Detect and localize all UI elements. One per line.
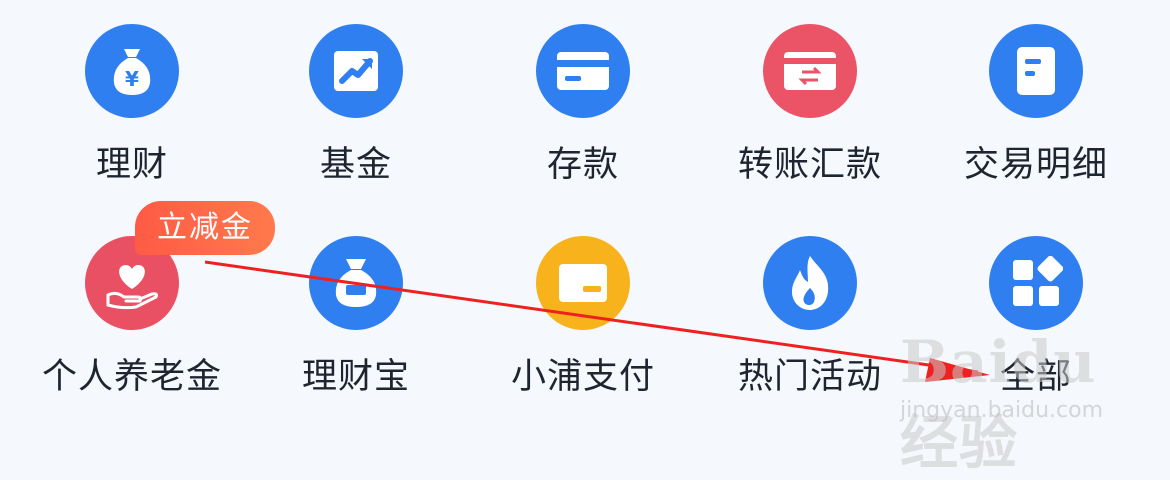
- menu-item-yanglaojin[interactable]: 个人养老金: [32, 236, 232, 406]
- document-icon: [989, 24, 1083, 118]
- menu-item-jijin[interactable]: 基金: [256, 24, 456, 194]
- transfer-card-icon: [763, 24, 857, 118]
- treasure-bag-icon: [309, 236, 403, 330]
- menu-item-label: 存款: [546, 145, 619, 185]
- menu-item-label: 基金: [319, 145, 392, 185]
- menu-item-licai[interactable]: ¥ 理财: [32, 24, 232, 194]
- menu-item-xiaopu[interactable]: 小浦支付: [483, 236, 683, 406]
- menu-item-label: 交易明细: [963, 145, 1108, 185]
- menu-item-label: 小浦支付: [510, 357, 655, 397]
- wallet-icon: [536, 236, 630, 330]
- menu-item-jiaoyi[interactable]: 交易明细: [936, 24, 1136, 194]
- menu-item-label: 转账汇款: [737, 145, 882, 185]
- card-icon: [536, 24, 630, 118]
- menu-item-remen[interactable]: 热门活动: [710, 236, 910, 406]
- menu-item-cunkuan[interactable]: 存款: [483, 24, 683, 194]
- menu-item-quanbu[interactable]: 全部: [936, 236, 1136, 406]
- menu-item-licaibao[interactable]: 理财宝: [256, 236, 456, 406]
- trend-chart-icon: [309, 24, 403, 118]
- promo-badge: 立减金: [135, 201, 275, 255]
- menu-item-label: 全部: [999, 357, 1072, 397]
- menu-item-label: 理财: [95, 145, 168, 185]
- menu-item-label: 热门活动: [737, 357, 882, 397]
- svg-text:¥: ¥: [125, 67, 139, 91]
- flame-icon: [763, 236, 857, 330]
- menu-item-zhuanzhang[interactable]: 转账汇款: [710, 24, 910, 194]
- money-bag-icon: ¥: [85, 24, 179, 118]
- menu-item-label: 个人养老金: [41, 357, 222, 397]
- menu-item-label: 理财宝: [301, 357, 410, 397]
- grid-apps-icon: [989, 236, 1083, 330]
